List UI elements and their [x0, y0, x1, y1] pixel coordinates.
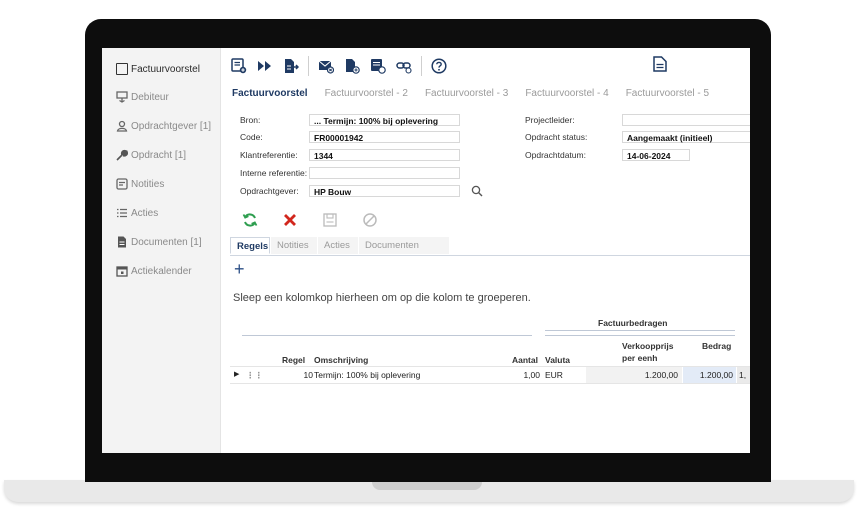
opdracht-status-field[interactable]: Aangemaakt (initieel) — [622, 131, 750, 143]
opdrachtdatum-label: Opdrachtdatum: — [525, 150, 586, 160]
projectleider-label: Projectleider: — [525, 115, 575, 125]
opdrachtdatum-field[interactable]: 14-06-2024 — [622, 149, 690, 161]
main-panel: Factuurvoorstel Factuurvoorstel - 2 Fact… — [220, 48, 750, 453]
sidebar-item-label: Factuurvoorstel — [131, 63, 200, 75]
document-icon — [116, 236, 128, 248]
sidebar-item-notities[interactable]: Notities — [102, 170, 220, 198]
code-field[interactable]: FR00001942 — [309, 131, 460, 143]
cell-omschrijving: Termijn: 100% bij oplevering — [314, 370, 421, 380]
tab-regels[interactable]: Regels — [230, 237, 270, 254]
fast-forward-button[interactable] — [256, 57, 274, 75]
toolbar — [230, 55, 456, 77]
wrench-icon — [116, 149, 128, 161]
sidebar-item-factuurvoorstel[interactable]: Factuurvoorstel — [102, 55, 220, 83]
sidebar: Factuurvoorstel Debiteur Opdrachtgever [… — [102, 48, 221, 453]
cell-verkoopprijs: 1.200,00 — [586, 367, 682, 383]
sidebar-item-opdracht[interactable]: Opdracht [1] — [102, 141, 220, 169]
cell-aantal: 1,00 — [523, 370, 540, 380]
calendar-icon — [116, 265, 128, 277]
record-tabs: Factuurvoorstel Factuurvoorstel - 2 Fact… — [232, 88, 726, 104]
sidebar-item-label: Actiekalender — [131, 265, 192, 277]
sidebar-item-debiteur[interactable]: Debiteur — [102, 83, 220, 111]
new-invoice-button[interactable] — [230, 57, 248, 75]
tab-factuurvoorstel-3[interactable]: Factuurvoorstel - 3 — [425, 88, 508, 104]
col-header-omschrijving[interactable]: Omschrijving — [314, 355, 368, 365]
tab-notities[interactable]: Notities — [271, 237, 317, 254]
band-underline — [545, 330, 735, 331]
person-icon — [116, 120, 128, 132]
export-document-button[interactable] — [282, 57, 300, 75]
col-header-regel[interactable]: Regel — [282, 355, 305, 365]
toolbar-separator — [308, 56, 309, 76]
sidebar-item-label: Opdrachtgever [1] — [131, 120, 212, 132]
document-settings-button[interactable] — [369, 57, 387, 75]
link-button[interactable] — [395, 57, 413, 75]
tab-factuurvoorstel[interactable]: Factuurvoorstel — [232, 88, 308, 104]
interne-referentie-label: Interne referentie: — [240, 168, 308, 178]
sidebar-item-opdrachtgever[interactable]: Opdrachtgever [1] — [102, 112, 220, 140]
cancel-button[interactable] — [362, 212, 378, 228]
klantreferentie-label: Klantreferentie: — [240, 150, 298, 160]
sidebar-item-documenten[interactable]: Documenten [1] — [102, 228, 220, 256]
code-label: Code: — [240, 132, 263, 142]
cell-regel: 10 — [303, 370, 313, 380]
toolbar-separator — [421, 56, 422, 76]
mail-close-button[interactable] — [317, 57, 335, 75]
delete-button[interactable] — [282, 212, 298, 228]
col-header-bedrag[interactable]: Bedrag — [702, 341, 731, 351]
note-icon — [116, 178, 128, 190]
tab-acties[interactable]: Acties — [318, 237, 358, 254]
grid-band-line — [242, 335, 532, 336]
col-header-valuta[interactable]: Valuta — [545, 355, 570, 365]
interne-referentie-field[interactable] — [309, 167, 460, 179]
cell-bedrag: 1.200,00 — [683, 367, 736, 383]
col-header-aantal[interactable]: Aantal — [512, 355, 538, 365]
grid-band-line — [545, 335, 735, 336]
drag-handle-icon[interactable]: ⋮⋮ — [246, 367, 263, 383]
refresh-button[interactable] — [242, 212, 258, 228]
debtor-icon — [116, 91, 128, 103]
invoice-icon — [116, 63, 128, 75]
bron-label: Bron: — [240, 115, 261, 125]
list-icon — [116, 207, 128, 219]
cell-valuta: EUR — [545, 370, 563, 380]
sidebar-item-label: Acties — [131, 207, 159, 219]
table-row[interactable]: ▶ ⋮⋮ 10 Termijn: 100% bij oplevering 1,0… — [230, 366, 750, 384]
search-icon[interactable] — [471, 184, 483, 197]
sidebar-item-label: Notities — [131, 178, 165, 190]
help-button[interactable] — [430, 57, 448, 75]
cell-extra: 1, — [737, 367, 750, 383]
sidebar-item-label: Opdracht [1] — [131, 149, 187, 161]
klantreferentie-field[interactable]: 1344 — [309, 149, 460, 161]
opdracht-status-label: Opdracht status: — [525, 132, 588, 142]
band-header-factuurbedragen: Factuurbedragen — [598, 318, 668, 328]
col-header-verkoopprijs-line2: per eenh — [622, 353, 658, 363]
document-preview-icon[interactable] — [653, 56, 667, 72]
add-line-button[interactable]: + — [234, 260, 245, 278]
tab-factuurvoorstel-5[interactable]: Factuurvoorstel - 5 — [626, 88, 709, 104]
sidebar-item-label: Debiteur — [131, 91, 169, 103]
app-screen: Factuurvoorstel Debiteur Opdrachtgever [… — [102, 48, 750, 453]
tab-documenten[interactable]: Documenten — [359, 237, 449, 254]
sidebar-item-actiekalender[interactable]: Actiekalender — [102, 257, 220, 285]
opdrachtgever-label: Opdrachtgever: — [240, 186, 299, 196]
document-add-button[interactable] — [343, 57, 361, 75]
col-header-verkoopprijs[interactable]: Verkoopprijs — [622, 341, 674, 351]
sidebar-item-label: Documenten [1] — [131, 236, 202, 248]
row-expand-icon[interactable]: ▶ — [234, 367, 239, 383]
detail-tabs: Regels Notities Acties Documenten — [230, 237, 750, 256]
bron-field[interactable]: ... Termijn: 100% bij oplevering — [309, 114, 460, 126]
group-by-hint: Sleep een kolomkop hierheen om op die ko… — [233, 292, 531, 304]
save-button[interactable] — [322, 212, 338, 228]
projectleider-field[interactable] — [622, 114, 750, 126]
tab-factuurvoorstel-4[interactable]: Factuurvoorstel - 4 — [525, 88, 608, 104]
sidebar-item-acties[interactable]: Acties — [102, 199, 220, 227]
opdrachtgever-field[interactable]: HP Bouw — [309, 185, 460, 197]
tab-factuurvoorstel-2[interactable]: Factuurvoorstel - 2 — [325, 88, 408, 104]
